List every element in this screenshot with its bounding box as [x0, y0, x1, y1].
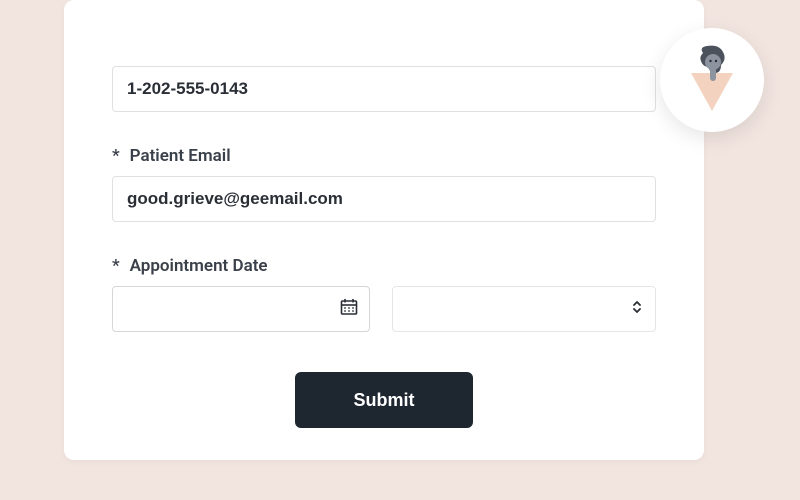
avatar-badge — [660, 28, 764, 132]
phone-input[interactable] — [112, 66, 656, 112]
required-asterisk: * — [112, 256, 120, 276]
submit-row: Submit — [112, 372, 656, 428]
email-label-row: * Patient Email — [112, 146, 656, 166]
date-input-wrap — [112, 286, 370, 332]
email-input[interactable] — [112, 176, 656, 222]
appointment-time-select[interactable] — [392, 286, 656, 332]
submit-button[interactable]: Submit — [295, 372, 473, 428]
email-label: Patient Email — [130, 146, 231, 166]
form-card: * Patient Email * Appointment Date — [64, 0, 704, 460]
required-asterisk: * — [112, 146, 120, 166]
time-select-wrap — [392, 286, 656, 332]
appointment-date-input[interactable] — [112, 286, 370, 332]
avatar-illustration-icon — [679, 43, 745, 117]
date-row — [112, 286, 656, 332]
date-label-row: * Appointment Date — [112, 256, 656, 276]
appointment-date-label: Appointment Date — [130, 256, 268, 276]
